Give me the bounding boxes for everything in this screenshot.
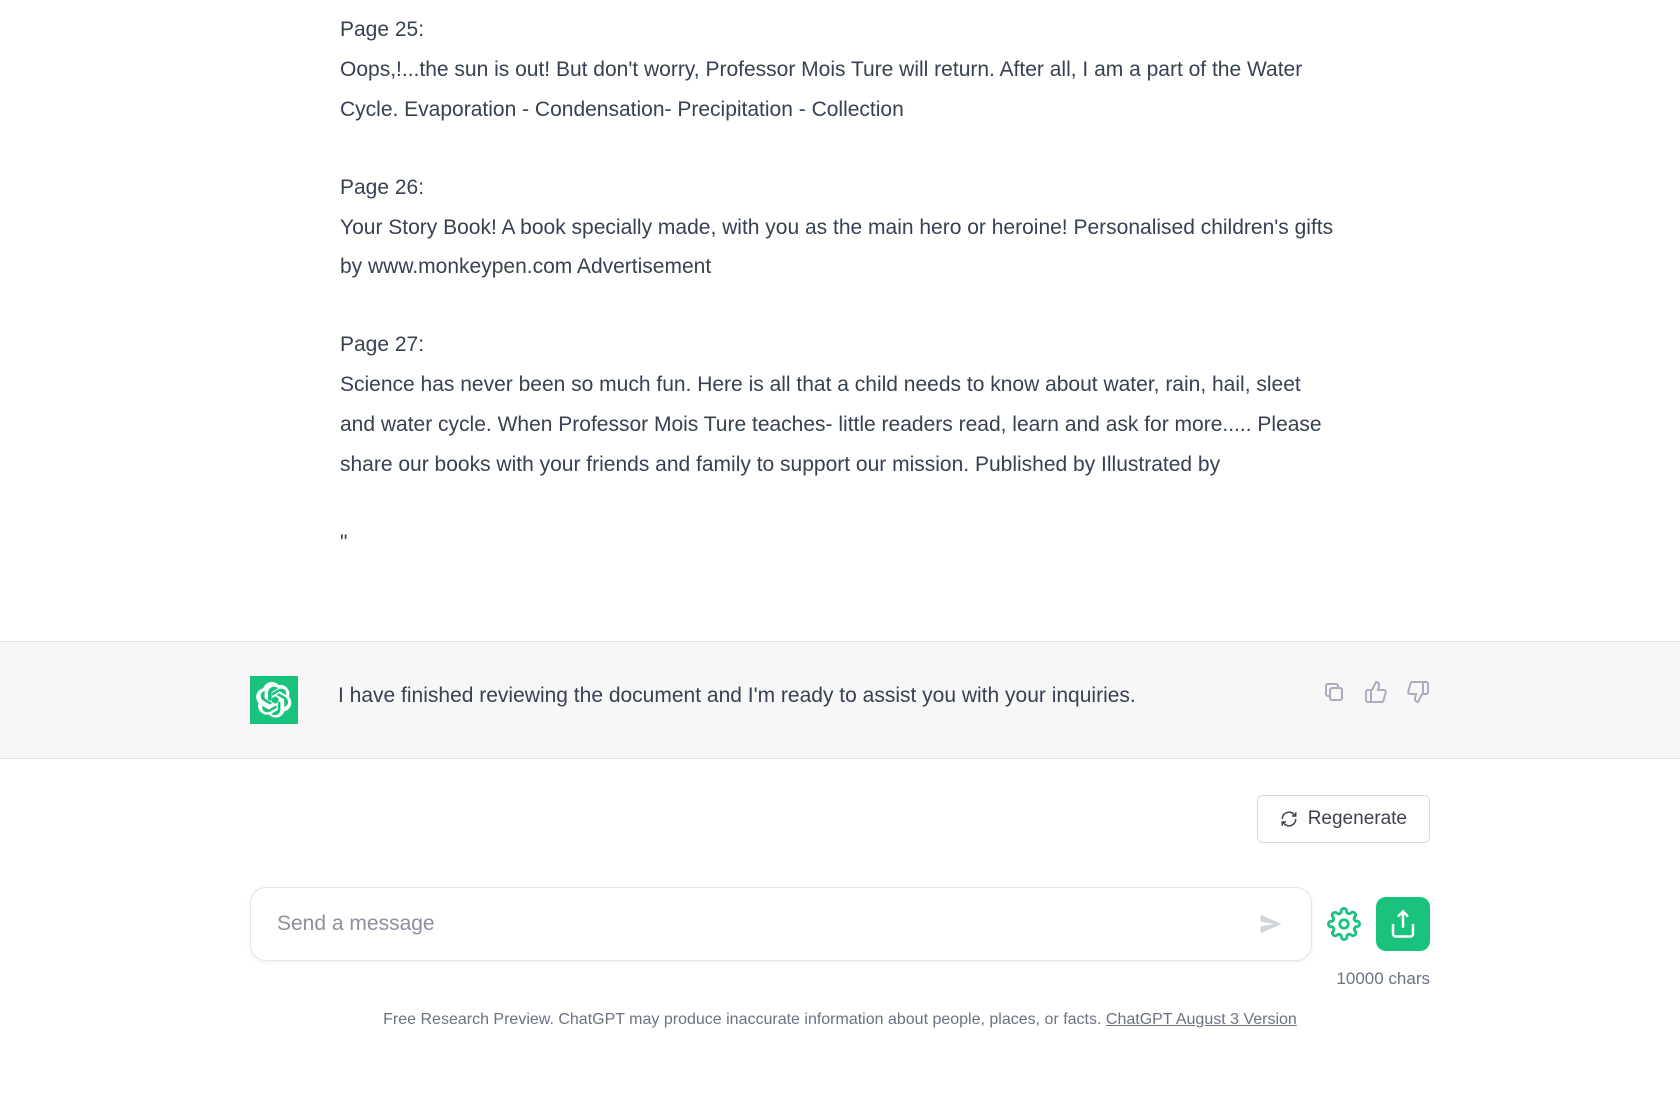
page-27-header: Page 27:: [340, 333, 424, 356]
regenerate-button[interactable]: Regenerate: [1257, 795, 1430, 843]
composer-area: Regenerate 10000 chars Free Research Pre…: [0, 759, 1680, 1029]
send-button[interactable]: [1257, 910, 1285, 938]
version-link[interactable]: ChatGPT August 3 Version: [1106, 1011, 1297, 1028]
message-input-container[interactable]: [250, 887, 1312, 961]
assistant-avatar: [250, 676, 298, 724]
send-icon: [1257, 910, 1285, 938]
copy-icon[interactable]: [1322, 680, 1346, 709]
regenerate-label: Regenerate: [1308, 808, 1407, 830]
footer-disclaimer: Free Research Preview. ChatGPT may produ…: [0, 989, 1680, 1029]
assistant-message-text: I have finished reviewing the document a…: [338, 676, 1282, 708]
page-26-body: Your Story Book! A book specially made, …: [340, 216, 1333, 279]
page-25-body: Oops,!...the sun is out! But don't worry…: [340, 58, 1302, 121]
openai-icon: [256, 682, 292, 718]
user-message-text: Page 25: Oops,!...the sun is out! But do…: [340, 10, 1340, 563]
page-26-header: Page 26:: [340, 176, 424, 199]
share-icon: [1388, 909, 1418, 939]
user-message-area: Page 25: Oops,!...the sun is out! But do…: [0, 0, 1680, 641]
thumbs-down-icon[interactable]: [1406, 680, 1430, 709]
char-count: 10000 chars: [210, 969, 1470, 989]
disclaimer-text: Free Research Preview. ChatGPT may produ…: [383, 1011, 1106, 1028]
refresh-icon: [1280, 810, 1298, 828]
settings-button[interactable]: [1326, 906, 1362, 942]
assistant-message-row: I have finished reviewing the document a…: [0, 641, 1680, 759]
thumbs-up-icon[interactable]: [1364, 680, 1388, 709]
gear-icon: [1327, 907, 1361, 941]
closing-quote: ": [340, 523, 1340, 563]
share-button[interactable]: [1376, 897, 1430, 951]
page-25-header: Page 25:: [340, 18, 424, 41]
message-input[interactable]: [277, 912, 1257, 936]
page-27-body: Science has never been so much fun. Here…: [340, 373, 1322, 476]
